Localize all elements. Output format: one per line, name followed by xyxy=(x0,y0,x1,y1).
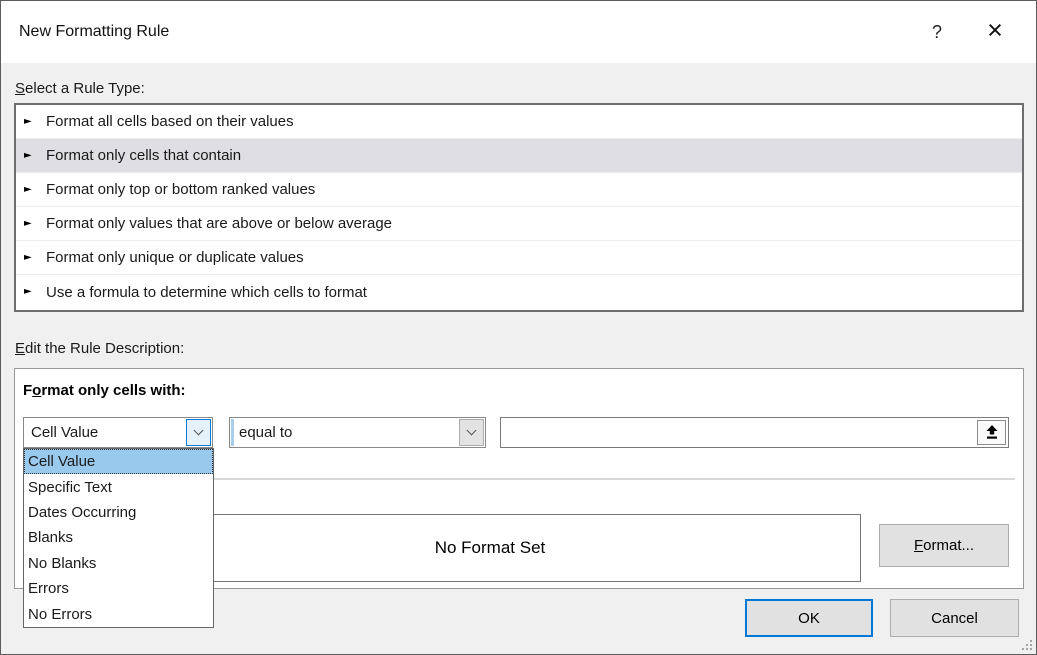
arrow-right-icon: ► xyxy=(24,117,38,127)
dropdown-option[interactable]: Blanks xyxy=(24,525,213,550)
close-icon: × xyxy=(987,15,1003,45)
rule-type-item-label: Use a formula to determine which cells t… xyxy=(46,284,367,301)
titlebar: New Formatting Rule ? × xyxy=(1,1,1036,63)
dropdown-option[interactable]: Errors xyxy=(24,576,213,601)
text-caret xyxy=(231,419,234,446)
rule-value-input[interactable] xyxy=(503,420,973,445)
resize-grip[interactable] xyxy=(1021,639,1033,651)
help-button[interactable]: ? xyxy=(914,1,960,63)
rule-type-item[interactable]: ► Format only top or bottom ranked value… xyxy=(16,173,1022,207)
dropdown-option[interactable]: Dates Occurring xyxy=(24,500,213,525)
arrow-right-icon: ► xyxy=(24,287,38,297)
rule-type-item[interactable]: ► Format all cells based on their values xyxy=(16,105,1022,139)
rule-type-item-label: Format all cells based on their values xyxy=(46,113,294,130)
ok-button[interactable]: OK xyxy=(745,599,873,637)
cell-value-combobox[interactable]: Cell Value xyxy=(23,417,213,448)
dropdown-option[interactable]: No Blanks xyxy=(24,551,213,576)
close-button[interactable]: × xyxy=(972,1,1018,63)
arrow-right-icon: ► xyxy=(24,253,38,263)
rule-type-item[interactable]: ► Format only unique or duplicate values xyxy=(16,241,1022,275)
rule-type-item-selected[interactable]: ► Format only cells that contain xyxy=(16,139,1022,173)
new-formatting-rule-dialog: New Formatting Rule ? × Select a Rule Ty… xyxy=(0,0,1037,655)
cell-value-dropdown-button[interactable] xyxy=(186,419,211,446)
dropdown-option[interactable]: No Errors xyxy=(24,602,213,627)
collapse-dialog-icon xyxy=(984,425,1000,440)
cancel-button[interactable]: Cancel xyxy=(890,599,1019,637)
rule-type-item-label: Format only values that are above or bel… xyxy=(46,215,392,232)
select-rule-type-label: Select a Rule Type: xyxy=(15,80,145,97)
dropdown-option-selected[interactable]: Cell Value xyxy=(24,449,213,474)
cell-value-dropdown-list: Cell Value Specific Text Dates Occurring… xyxy=(23,448,214,628)
cell-value-combobox-value: Cell Value xyxy=(31,418,98,447)
format-only-cells-with-label: Format only cells with: xyxy=(23,382,186,399)
format-preview-text: No Format Set xyxy=(435,538,546,558)
rule-type-item-label: Format only cells that contain xyxy=(46,147,241,164)
rule-value-field xyxy=(500,417,1009,448)
arrow-right-icon: ► xyxy=(24,219,38,229)
chevron-down-icon xyxy=(467,426,477,436)
rule-type-item[interactable]: ► Format only values that are above or b… xyxy=(16,207,1022,241)
rule-type-item[interactable]: ► Use a formula to determine which cells… xyxy=(16,275,1022,309)
rule-type-item-label: Format only unique or duplicate values xyxy=(46,249,304,266)
arrow-right-icon: ► xyxy=(24,151,38,161)
help-icon: ? xyxy=(932,22,942,42)
format-button[interactable]: Format... xyxy=(879,524,1009,567)
rule-type-item-label: Format only top or bottom ranked values xyxy=(46,181,315,198)
arrow-right-icon: ► xyxy=(24,185,38,195)
edit-rule-description-label: Edit the Rule Description: xyxy=(15,340,184,357)
collapse-dialog-button[interactable] xyxy=(977,420,1006,445)
format-preview-box: No Format Set xyxy=(119,514,861,582)
dropdown-option[interactable]: Specific Text xyxy=(24,474,213,499)
operator-dropdown-button[interactable] xyxy=(459,419,484,446)
operator-combobox-value: equal to xyxy=(239,418,292,447)
rule-type-listbox: ► Format all cells based on their values… xyxy=(14,103,1024,312)
operator-combobox[interactable]: equal to xyxy=(229,417,486,448)
dialog-title: New Formatting Rule xyxy=(19,1,169,63)
chevron-down-icon xyxy=(194,426,204,436)
